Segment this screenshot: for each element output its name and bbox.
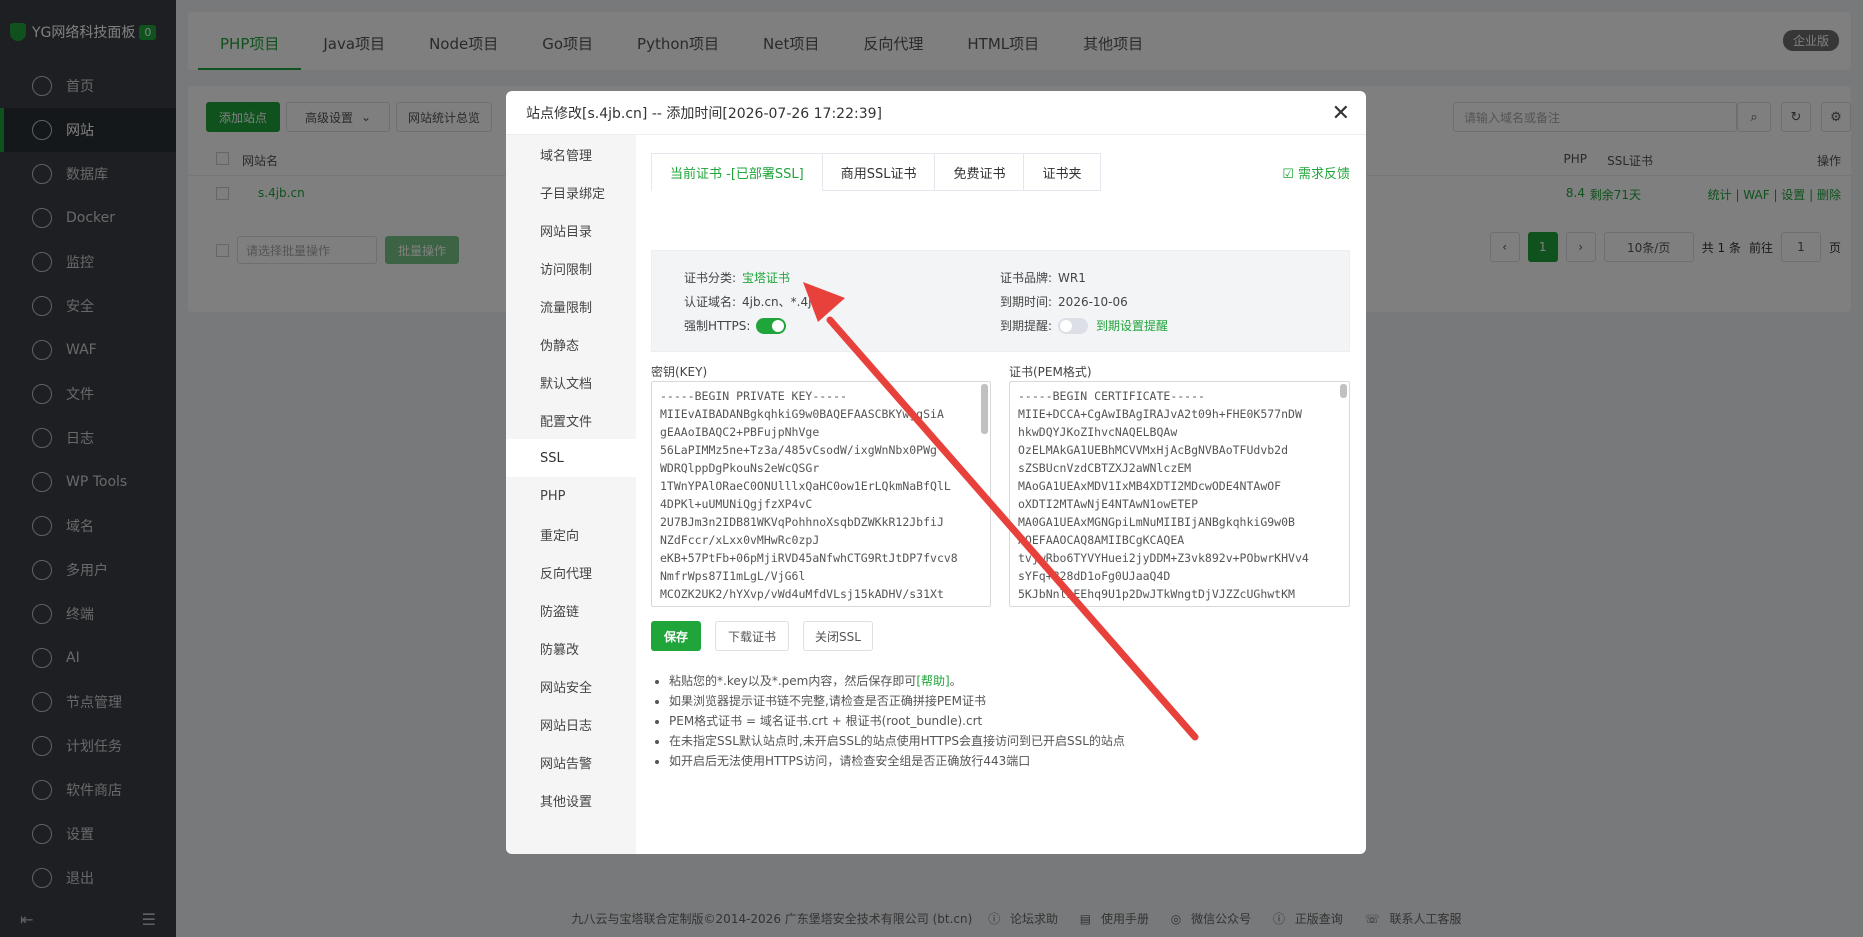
modal-side-menu: 域名管理 子目录绑定 网站目录 访问限制 流量限制 伪静态 默认文档 配置文件 SSL PHP 重定… [506,135,636,854]
feedback-label: 需求反馈 [1297,167,1350,182]
ssl-note: 如果浏览器提示证书链不完整,请检查是否正确拼接PEM证书 [669,691,1125,711]
pem-label: 证书(PEM格式) [1009,365,1092,379]
download-cert-button[interactable]: 下载证书 [715,621,789,651]
ssl-note: 在未指定SSL默认站点时,未开启SSL的站点使用HTTPS会直接访问到已开启SS… [669,731,1125,751]
save-button[interactable]: 保存 [651,621,701,651]
modal-side-item-17[interactable]: 其他设置 [506,781,636,819]
ssl-note-text: PEM格式证书 = 域名证书.crt + 根证书(root_bundle).cr… [669,714,983,728]
modal-side-item-7[interactable]: 配置文件 [506,401,636,439]
cert-type-value: 宝塔证书 [742,271,791,285]
help-link[interactable]: [帮助] [916,674,949,688]
ssl-note: 粘贴您的*.key以及*.pem内容，然后保存即可[帮助]。 [669,671,1125,691]
cert-brand-label: 证书品牌: [1000,271,1053,285]
pem-textarea[interactable]: -----BEGIN CERTIFICATE----- MIIE+DCCA+Cg… [1009,381,1350,607]
cert-expire-row: 到期时间: 2026-10-06 [1000,293,1128,310]
modal-side-item-12[interactable]: 防盗链 [506,591,636,629]
ssl-actions: 保存 下载证书 关闭SSL [651,621,873,651]
ssl-note: PEM格式证书 = 域名证书.crt + 根证书(root_bundle).cr… [669,711,1125,731]
site-edit-modal: 站点修改[s.4jb.cn] -- 添加时间[2026-07-26 17:22:… [506,91,1366,854]
cert-brand-value: WR1 [1058,270,1086,285]
ssl-note-text: 粘贴您的*.key以及*.pem内容，然后保存即可 [669,674,917,688]
cert-info-box: 证书分类: 宝塔证书 认证域名: 4jb.cn、*.4jb.cn 强制HTTPS: … [651,250,1350,352]
force-https-label: 强制HTTPS: [684,319,751,333]
modal-side-item-15[interactable]: 网站日志 [506,705,636,743]
ssl-note: 如开启后无法使用HTTPS访问，请检查安全组是否正确放行443端口 [669,751,1125,771]
pem-scrollbar[interactable] [1340,384,1347,398]
modal-side-item-9[interactable]: PHP [506,477,636,515]
expire-remind-row: 到期提醒: 到期设置提醒 [1000,317,1168,334]
modal-side-item-4[interactable]: 流量限制 [506,287,636,325]
toggle-knob [772,319,785,332]
force-https-toggle[interactable] [756,317,787,334]
ssl-tab-2[interactable]: 免费证书 [935,153,1025,191]
close-icon[interactable]: ✕ [1332,101,1350,126]
key-scrollbar[interactable] [981,384,988,434]
ssl-tab-0[interactable]: 当前证书 -[已部署SSL] [651,153,823,191]
modal-side-item-13[interactable]: 防篡改 [506,629,636,667]
ssl-note-tail: 。 [949,674,962,688]
expire-remind-label: 到期提醒: [1000,319,1053,333]
modal-side-item-8[interactable]: SSL [506,439,636,477]
cert-expire-value: 2026-10-06 [1058,294,1128,309]
ssl-note-text: 如开启后无法使用HTTPS访问，请检查安全组是否正确放行443端口 [669,754,1031,768]
modal-header: 站点修改[s.4jb.cn] -- 添加时间[2026-07-26 17:22:… [506,91,1366,135]
modal-side-item-2[interactable]: 网站目录 [506,211,636,249]
modal-side-item-10[interactable]: 重定向 [506,515,636,553]
ssl-content: 当前证书 -[已部署SSL] 商用SSL证书 免费证书 证书夹 ☑ 需求反馈 证书分类… [651,135,1350,854]
ssl-tab-3[interactable]: 证书夹 [1024,153,1101,191]
ssl-note-text: 如果浏览器提示证书链不完整,请检查是否正确拼接PEM证书 [669,694,986,708]
modal-side-item-3[interactable]: 访问限制 [506,249,636,287]
modal-side-item-14[interactable]: 网站安全 [506,667,636,705]
toggle-knob [1060,319,1073,332]
modal-side-item-16[interactable]: 网站告警 [506,743,636,781]
key-textarea[interactable]: -----BEGIN PRIVATE KEY----- MIIEvAIBADAN… [651,381,991,607]
ssl-tabs: 当前证书 -[已部署SSL] 商用SSL证书 免费证书 证书夹 [651,153,1101,191]
ssl-note-text: 在未指定SSL默认站点时,未开启SSL的站点使用HTTPS会直接访问到已开启SS… [669,734,1125,748]
cert-type-label: 证书分类: [684,271,737,285]
cert-domain-label: 认证域名: [684,295,737,309]
cert-domain-row: 认证域名: 4jb.cn、*.4jb.cn [684,293,837,310]
modal-side-item-5[interactable]: 伪静态 [506,325,636,363]
expire-remind-toggle[interactable] [1058,317,1089,334]
ssl-tab-1[interactable]: 商用SSL证书 [822,153,936,191]
cert-expire-label: 到期时间: [1000,295,1053,309]
feedback-icon: ☑ [1282,167,1294,182]
modal-side-item-0[interactable]: 域名管理 [506,135,636,173]
cert-domain-value: 4jb.cn、*.4jb.cn [742,295,838,309]
modal-title: 站点修改[s.4jb.cn] -- 添加时间[2026-07-26 17:22:… [526,105,882,122]
expire-remind-link[interactable]: 到期设置提醒 [1096,317,1168,334]
cert-type-row: 证书分类: 宝塔证书 [684,269,790,286]
force-https-row: 强制HTTPS: [684,317,787,334]
pem-text: -----BEGIN CERTIFICATE----- MIIE+DCCA+Cg… [1018,389,1309,601]
modal-side-item-1[interactable]: 子目录绑定 [506,173,636,211]
feedback-link[interactable]: ☑ 需求反馈 [1282,163,1350,182]
modal-side-item-11[interactable]: 反向代理 [506,553,636,591]
close-ssl-button[interactable]: 关闭SSL [803,621,873,651]
modal-side-item-6[interactable]: 默认文档 [506,363,636,401]
key-text: -----BEGIN PRIVATE KEY----- MIIEvAIBADAN… [660,389,958,601]
cert-brand-row: 证书品牌: WR1 [1000,269,1086,286]
ssl-notes: 粘贴您的*.key以及*.pem内容，然后保存即可[帮助]。如果浏览器提示证书链… [665,671,1125,771]
key-label: 密钥(KEY) [651,365,708,379]
